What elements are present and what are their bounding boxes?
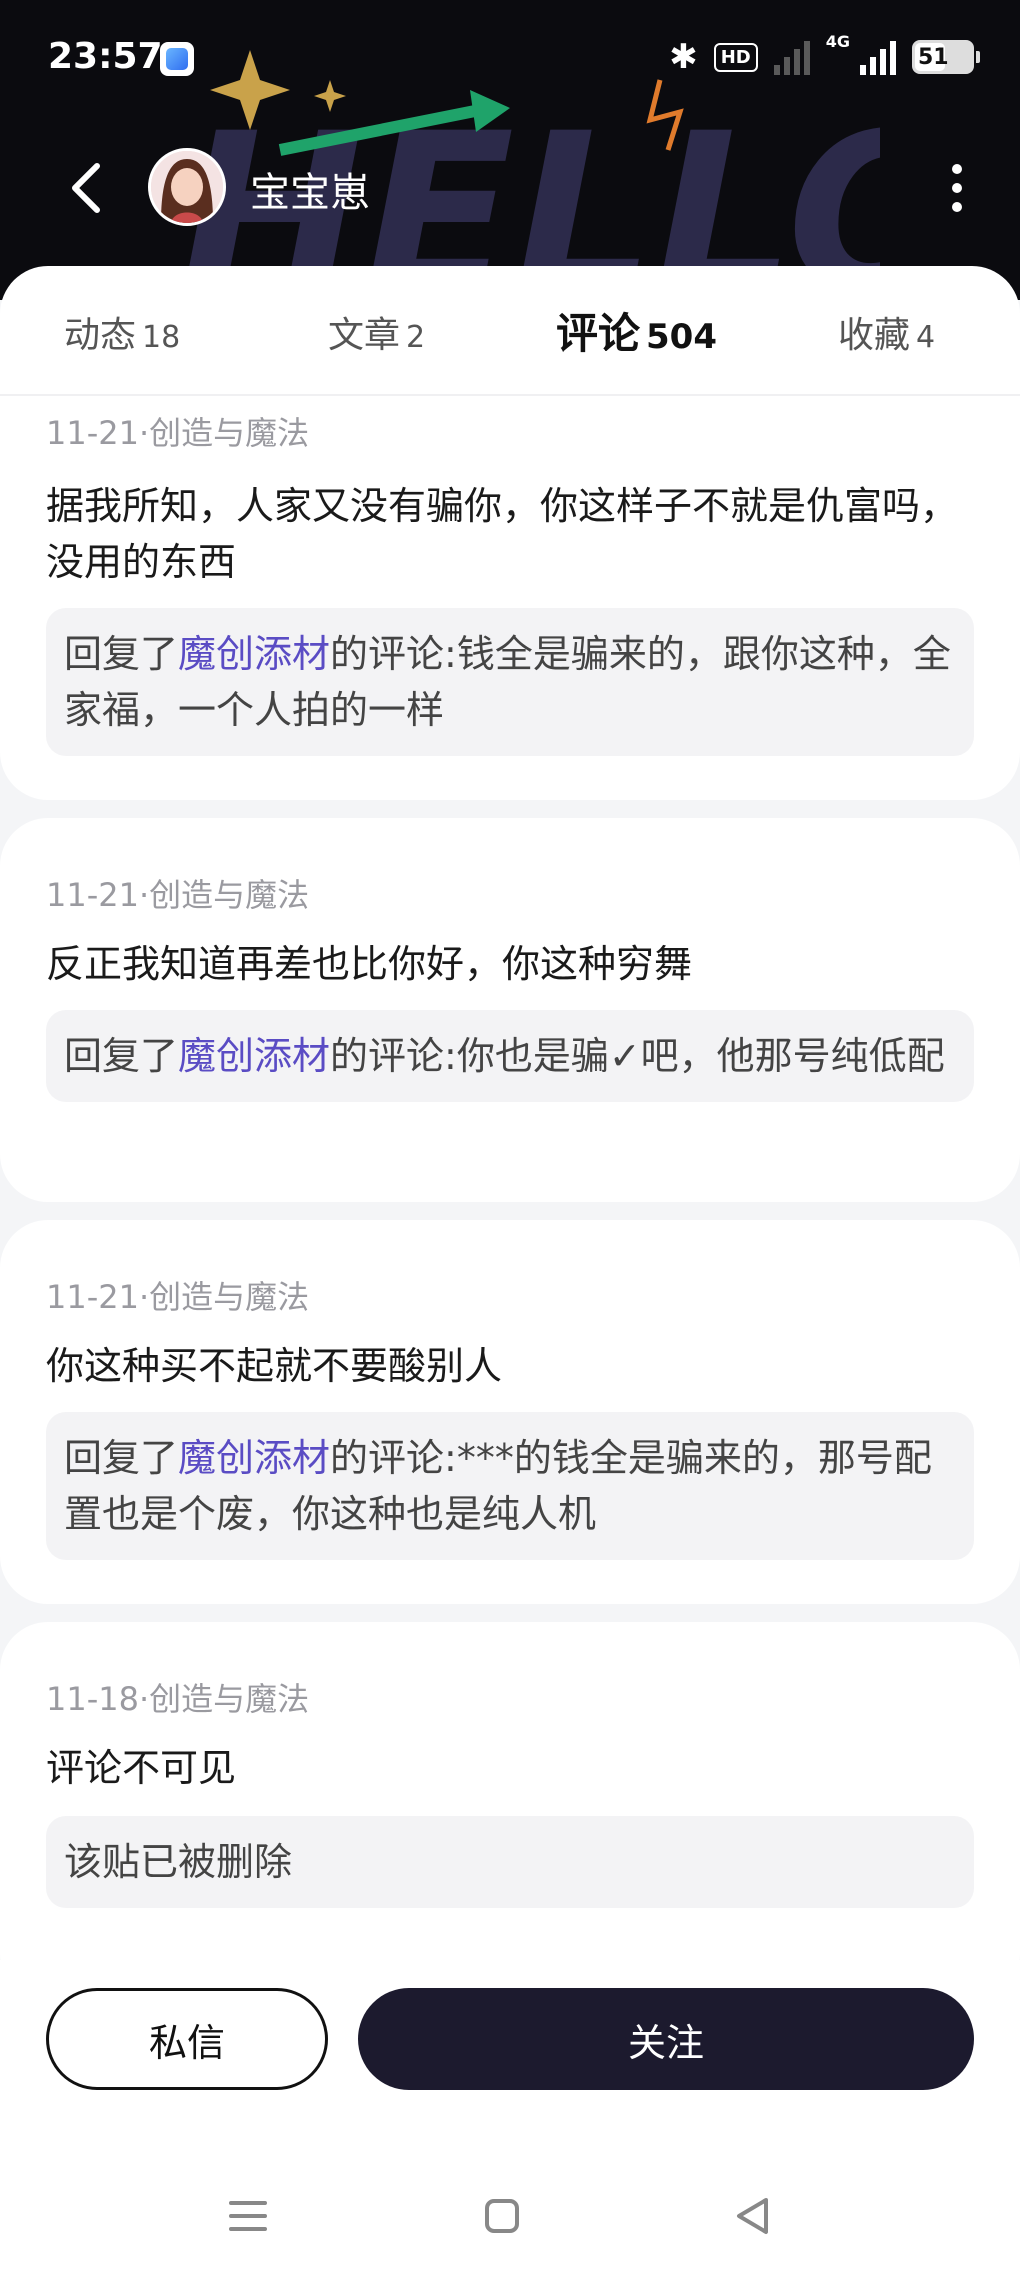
comment-card[interactable]: 11-21·创造与魔法 你这种买不起就不要酸别人 回复了魔创添材的评论:***的… bbox=[0, 1220, 1020, 1604]
reply-quote[interactable]: 回复了魔创添材的评论:***的钱全是骗来的，那号配置也是个废，你这种也是纯人机 bbox=[46, 1412, 974, 1560]
status-bar: 23:57 ✱ HD 4G 51 bbox=[0, 0, 1020, 118]
hd-badge: HD bbox=[713, 42, 758, 72]
tab-favorites[interactable]: 收藏 4 bbox=[838, 306, 935, 358]
tab-comments[interactable]: 评论 504 bbox=[550, 300, 723, 361]
nav-home-button[interactable] bbox=[472, 2186, 532, 2246]
signal-2-icon bbox=[860, 39, 896, 75]
battery-icon: 51 bbox=[912, 40, 980, 74]
network-type-label: 4G bbox=[825, 32, 850, 51]
avatar[interactable] bbox=[148, 148, 226, 226]
nav-menu-button[interactable] bbox=[218, 2186, 278, 2246]
comment-text: 你这种买不起就不要酸别人 bbox=[46, 1344, 503, 1388]
comment-card[interactable]: 11-18·创造与魔法 评论不可见 该贴已被删除 bbox=[0, 1622, 1020, 2002]
bluetooth-icon: ✱ bbox=[669, 37, 698, 77]
nav-back-button[interactable] bbox=[722, 2186, 782, 2246]
tab-posts[interactable]: 动态 18 bbox=[64, 306, 180, 358]
reply-user-link[interactable]: 魔创添材 bbox=[178, 1436, 330, 1480]
battery-level: 51 bbox=[918, 44, 949, 70]
back-button[interactable] bbox=[60, 158, 110, 218]
more-vertical-icon bbox=[952, 164, 962, 174]
comment-meta: 11-18·创造与魔法 bbox=[46, 1680, 310, 1718]
menu-icon bbox=[229, 2201, 267, 2231]
reply-user-link[interactable]: 魔创添材 bbox=[178, 1034, 330, 1078]
comment-meta: 11-21·创造与魔法 bbox=[46, 414, 310, 452]
notification-app-icon bbox=[160, 42, 194, 76]
comment-text: 据我所知，人家又没有骗你，你这样子不就是仇富吗，没用的东西 bbox=[46, 484, 959, 584]
comment-meta: 11-21·创造与魔法 bbox=[46, 1278, 310, 1316]
follow-button[interactable]: 关注 bbox=[358, 1988, 974, 2090]
system-nav-bar bbox=[0, 2186, 1020, 2246]
back-triangle-icon bbox=[737, 2198, 768, 2234]
profile-header: HELLO. 23:57 ✱ HD 4G 51 宝宝崽 bbox=[0, 0, 1020, 300]
username: 宝宝崽 bbox=[250, 170, 370, 216]
back-arrow-icon bbox=[72, 163, 100, 213]
comment-text: 反正我知道再差也比你好，你这种穷舞 bbox=[46, 942, 693, 986]
profile-tabs: 动态 18 文章 2 评论 504 收藏 4 bbox=[0, 266, 1020, 396]
signal-1-icon bbox=[773, 39, 810, 75]
comment-meta: 11-21·创造与魔法 bbox=[46, 876, 310, 914]
reply-quote[interactable]: 回复了魔创添材的评论:你也是骗✓吧，他那号纯低配 bbox=[46, 1010, 974, 1102]
avatar-image bbox=[151, 151, 223, 223]
more-options-button[interactable] bbox=[942, 160, 972, 216]
comment-card[interactable]: 11-21·创造与魔法 据我所知，人家又没有骗你，你这样子不就是仇富吗，没用的东… bbox=[0, 396, 1020, 800]
home-square-icon bbox=[485, 2199, 519, 2233]
comment-card[interactable]: 11-21·创造与魔法 反正我知道再差也比你好，你这种穷舞 回复了魔创添材的评论… bbox=[0, 818, 1020, 1202]
reply-user-link[interactable]: 魔创添材 bbox=[178, 632, 330, 676]
comment-text: 评论不可见 bbox=[46, 1746, 237, 1790]
status-time: 23:57 bbox=[48, 36, 163, 77]
deleted-post-notice: 该贴已被删除 bbox=[46, 1816, 974, 1908]
private-message-button[interactable]: 私信 bbox=[46, 1988, 328, 2090]
reply-quote[interactable]: 回复了魔创添材的评论:钱全是骗来的，跟你这种，全家福，一个人拍的一样 bbox=[46, 608, 974, 756]
status-icons: ✱ HD 4G 51 bbox=[669, 32, 980, 82]
bottom-action-bar: 私信 关注 bbox=[0, 1960, 1020, 2278]
tab-articles[interactable]: 文章 2 bbox=[328, 306, 425, 358]
